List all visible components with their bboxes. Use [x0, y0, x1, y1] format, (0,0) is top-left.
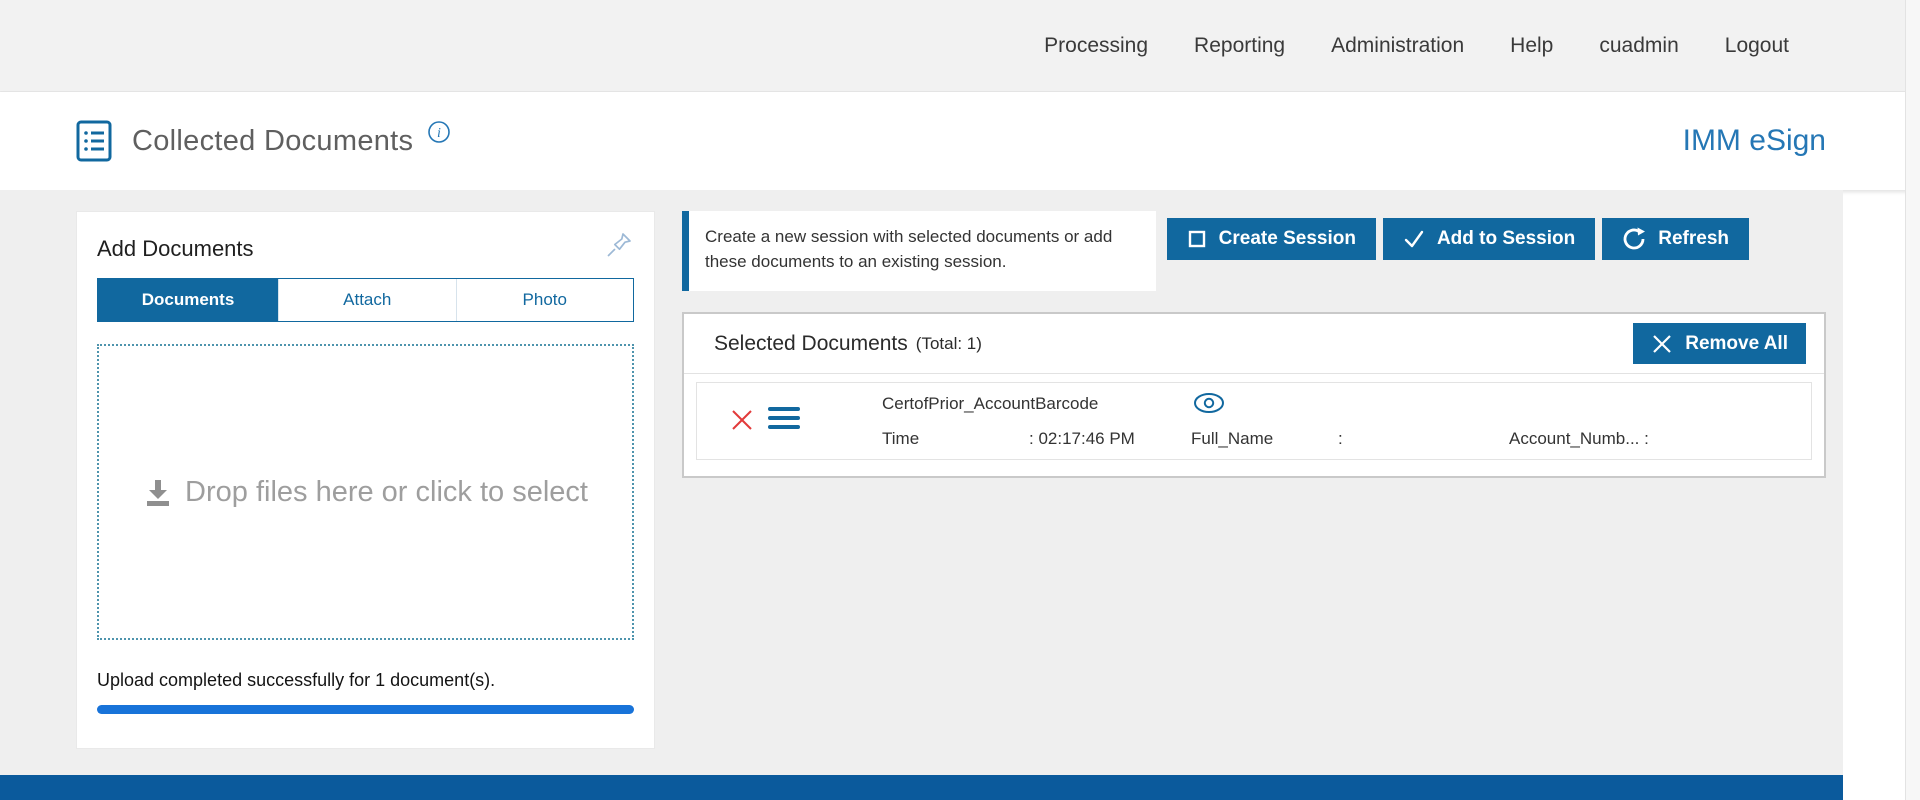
- svg-text:i: i: [437, 126, 441, 141]
- footer-bar: [0, 775, 1843, 800]
- create-session-label: Create Session: [1219, 228, 1356, 250]
- vertical-scrollbar[interactable]: [1905, 0, 1920, 800]
- remove-document-icon[interactable]: [729, 407, 755, 433]
- selected-documents-title: Selected Documents: [714, 332, 908, 356]
- refresh-label: Refresh: [1658, 228, 1729, 250]
- add-to-session-button[interactable]: Add to Session: [1383, 218, 1595, 260]
- full-name-label: Full_Name: [1191, 429, 1273, 449]
- remove-all-label: Remove All: [1685, 333, 1788, 355]
- nav-item-administration[interactable]: Administration: [1331, 34, 1464, 58]
- add-documents-tabs: Documents Attach Photo: [97, 278, 634, 322]
- refresh-icon: [1622, 227, 1646, 251]
- remove-all-button[interactable]: Remove All: [1633, 323, 1806, 364]
- nav-item-help[interactable]: Help: [1510, 34, 1553, 58]
- dropzone-label: Drop files here or click to select: [185, 476, 588, 509]
- add-documents-card: Add Documents Documents Attach Photo: [76, 211, 655, 749]
- create-session-button[interactable]: Create Session: [1167, 218, 1376, 260]
- info-icon[interactable]: i: [427, 120, 451, 144]
- session-actions: Create Session Add to Session Refresh: [1167, 218, 1749, 260]
- selected-documents-panel: Selected Documents (Total: 1) Remove All: [682, 312, 1826, 478]
- selected-documents-header: Selected Documents (Total: 1) Remove All: [684, 314, 1824, 374]
- pin-icon[interactable]: [604, 230, 634, 260]
- document-details: Time : 02:17:46 PM Full_Name : Account_N…: [882, 429, 1782, 451]
- account-number-label: Account_Numb... :: [1509, 429, 1649, 449]
- selected-documents-total: (Total: 1): [916, 334, 982, 354]
- nav-item-processing[interactable]: Processing: [1044, 34, 1148, 58]
- brand-logo: IMM eSign: [1683, 124, 1826, 158]
- upload-progress-bar: [97, 705, 634, 714]
- top-nav: Processing Reporting Administration Help…: [0, 0, 1905, 92]
- file-dropzone[interactable]: Drop files here or click to select: [97, 344, 634, 640]
- nav-item-logout[interactable]: Logout: [1725, 34, 1789, 58]
- time-label: Time: [882, 429, 919, 449]
- tab-photo[interactable]: Photo: [456, 279, 634, 321]
- upload-status-text: Upload completed successfully for 1 docu…: [97, 670, 634, 691]
- page-title: Collected Documents: [132, 125, 413, 158]
- add-documents-title: Add Documents: [97, 230, 254, 262]
- nav-item-reporting[interactable]: Reporting: [1194, 34, 1285, 58]
- page-header: Collected Documents i IMM eSign: [0, 92, 1920, 190]
- document-row: CertofPrior_AccountBarcode Time : 02:17:…: [696, 382, 1812, 460]
- document-name: CertofPrior_AccountBarcode: [882, 394, 1098, 414]
- square-icon: [1187, 229, 1207, 249]
- tab-attach[interactable]: Attach: [278, 279, 456, 321]
- download-icon: [143, 476, 173, 508]
- refresh-button[interactable]: Refresh: [1602, 218, 1749, 260]
- drag-handle-icon[interactable]: [768, 407, 800, 429]
- time-value: : 02:17:46 PM: [1029, 429, 1135, 449]
- check-icon: [1403, 229, 1425, 249]
- collected-documents-icon: [74, 119, 114, 163]
- nav-item-user[interactable]: cuadmin: [1599, 34, 1678, 58]
- add-to-session-label: Add to Session: [1437, 228, 1575, 250]
- full-name-value: :: [1338, 429, 1343, 449]
- preview-eye-icon[interactable]: [1192, 391, 1226, 415]
- tab-documents[interactable]: Documents: [98, 279, 278, 321]
- main-content: Add Documents Documents Attach Photo: [0, 190, 1843, 775]
- session-info-message: Create a new session with selected docum…: [682, 211, 1156, 291]
- page: Processing Reporting Administration Help…: [0, 0, 1920, 800]
- remove-all-x-icon: [1651, 333, 1673, 355]
